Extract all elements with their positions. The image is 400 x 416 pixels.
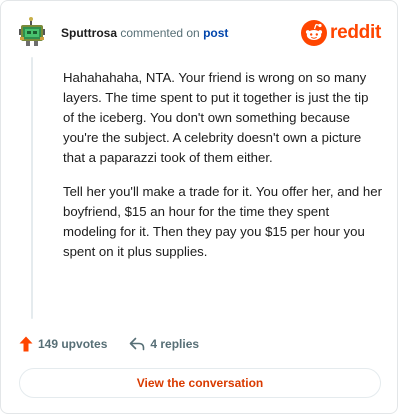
post-link[interactable]: post	[203, 26, 228, 40]
username[interactable]: Sputtrosa	[61, 26, 117, 40]
byline-action-text: commented on	[117, 26, 204, 40]
reddit-logo-icon	[301, 20, 328, 46]
upvote-button[interactable]: 149 upvotes	[19, 336, 107, 352]
comment-header: Sputtrosa commented on post reddit	[1, 1, 397, 61]
user-avatar-icon[interactable]	[18, 16, 46, 48]
comment-byline: Sputtrosa commented on post	[61, 26, 228, 40]
thread-line	[31, 57, 33, 319]
embedded-comment-card: Sputtrosa commented on post reddit Hahah…	[0, 0, 398, 414]
reply-count: 4 replies	[150, 337, 200, 351]
upvote-arrow-icon	[19, 336, 33, 352]
comment-paragraph: Hahahahaha, NTA. Your friend is wrong on…	[63, 70, 369, 165]
reddit-brand[interactable]: reddit	[301, 20, 381, 46]
comment-body: Hahahahaha, NTA. Your friend is wrong on…	[63, 68, 383, 276]
view-conversation-button[interactable]: View the conversation	[19, 368, 381, 398]
comment-actions: 149 upvotes 4 replies	[19, 335, 199, 353]
reddit-wordmark: reddit	[330, 22, 381, 43]
reply-arrow-icon	[130, 337, 145, 351]
upvote-count: 149 upvotes	[38, 337, 108, 351]
comment-paragraph: Tell her you'll make a trade for it. You…	[63, 184, 382, 259]
replies-button[interactable]: 4 replies	[129, 337, 199, 351]
